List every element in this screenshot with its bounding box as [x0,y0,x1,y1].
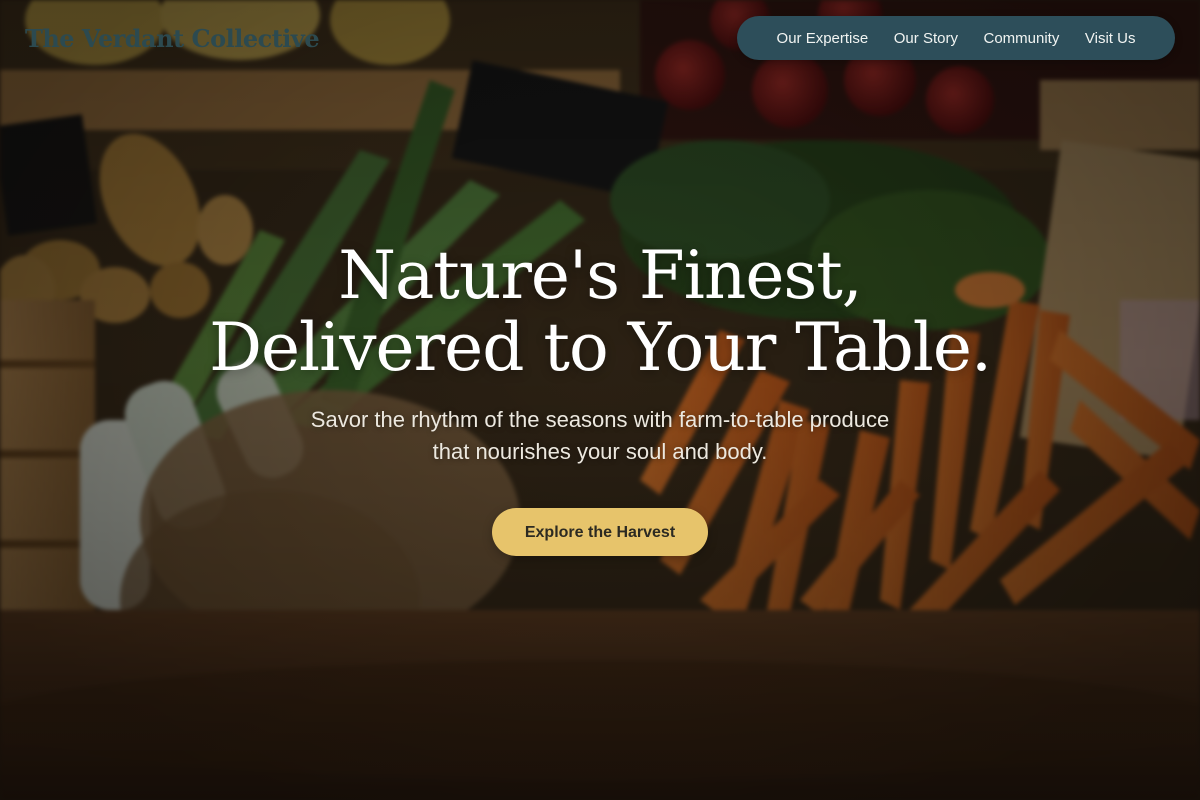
hero-headline: Nature's Finest, Delivered to Your Table… [0,240,1200,384]
nav-link-visit-us[interactable]: Visit Us [1085,30,1136,47]
hero-subtitle: Savor the rhythm of the seasons with far… [250,404,950,468]
explore-harvest-button[interactable]: Explore the Harvest [492,508,708,556]
hero-headline-line2: Delivered to Your Table. [209,309,992,386]
hero-headline-line1: Nature's Finest, [338,237,863,314]
nav-link-community[interactable]: Community [983,30,1059,47]
hero-subtitle-line2: that nourishes your soul and body. [432,439,768,464]
brand-logo-text[interactable]: The Verdant Collective [25,24,320,53]
hero-subtitle-line1: Savor the rhythm of the seasons with far… [310,407,890,432]
nav-link-our-expertise[interactable]: Our Expertise [777,30,869,47]
main-navigation: Our Expertise Our Story Community Visit … [737,16,1175,60]
nav-link-our-story[interactable]: Our Story [894,30,958,47]
hero-content: Nature's Finest, Delivered to Your Table… [0,240,1200,556]
hero-section: The Verdant Collective Our Expertise Our… [0,0,1200,800]
